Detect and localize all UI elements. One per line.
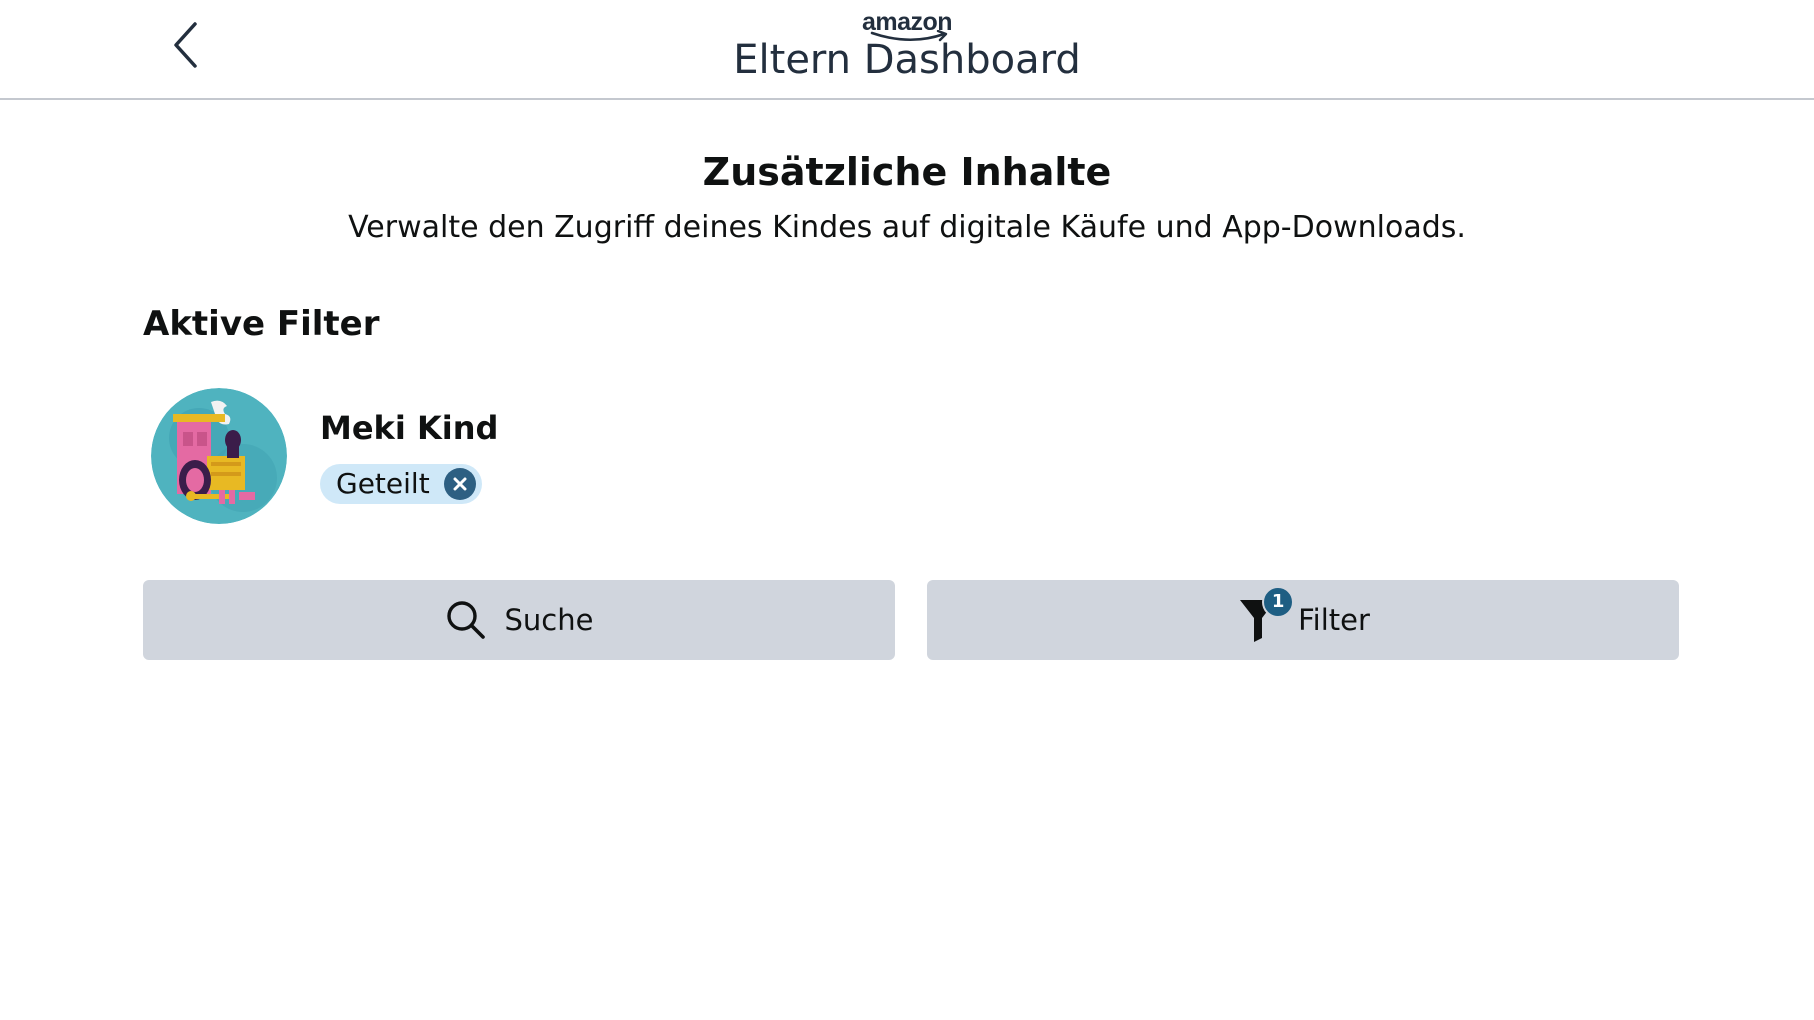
page-subtitle: Verwalte den Zugriff deines Kindes auf d… (348, 210, 1466, 245)
top-bar: amazon Eltern Dashboard (0, 0, 1814, 100)
filter-icon-wrapper: 1 (1236, 586, 1295, 646)
page-title: Zusätzliche Inhalte (702, 150, 1112, 194)
amazon-logo: amazon (862, 8, 953, 42)
filter-button-label: Filter (1298, 603, 1370, 637)
close-icon[interactable] (443, 468, 476, 500)
smile-arrow-icon (870, 30, 948, 42)
avatar (151, 388, 287, 524)
train-avatar-icon (151, 388, 287, 524)
search-icon (446, 601, 485, 639)
app-title: Eltern Dashboard (733, 37, 1081, 83)
search-button[interactable]: Suche (143, 580, 895, 660)
search-button-label: Suche (504, 603, 594, 637)
active-filters-heading: Aktive Filter (143, 304, 380, 344)
filter-button[interactable]: 1 Filter (927, 580, 1679, 660)
shared-filter-chip[interactable]: Geteilt (320, 464, 482, 504)
brand-header: amazon Eltern Dashboard (0, 8, 1814, 82)
chip-label: Geteilt (336, 467, 430, 500)
profile-name: Meki Kind (320, 409, 499, 447)
filter-count-badge: 1 (1262, 586, 1295, 618)
